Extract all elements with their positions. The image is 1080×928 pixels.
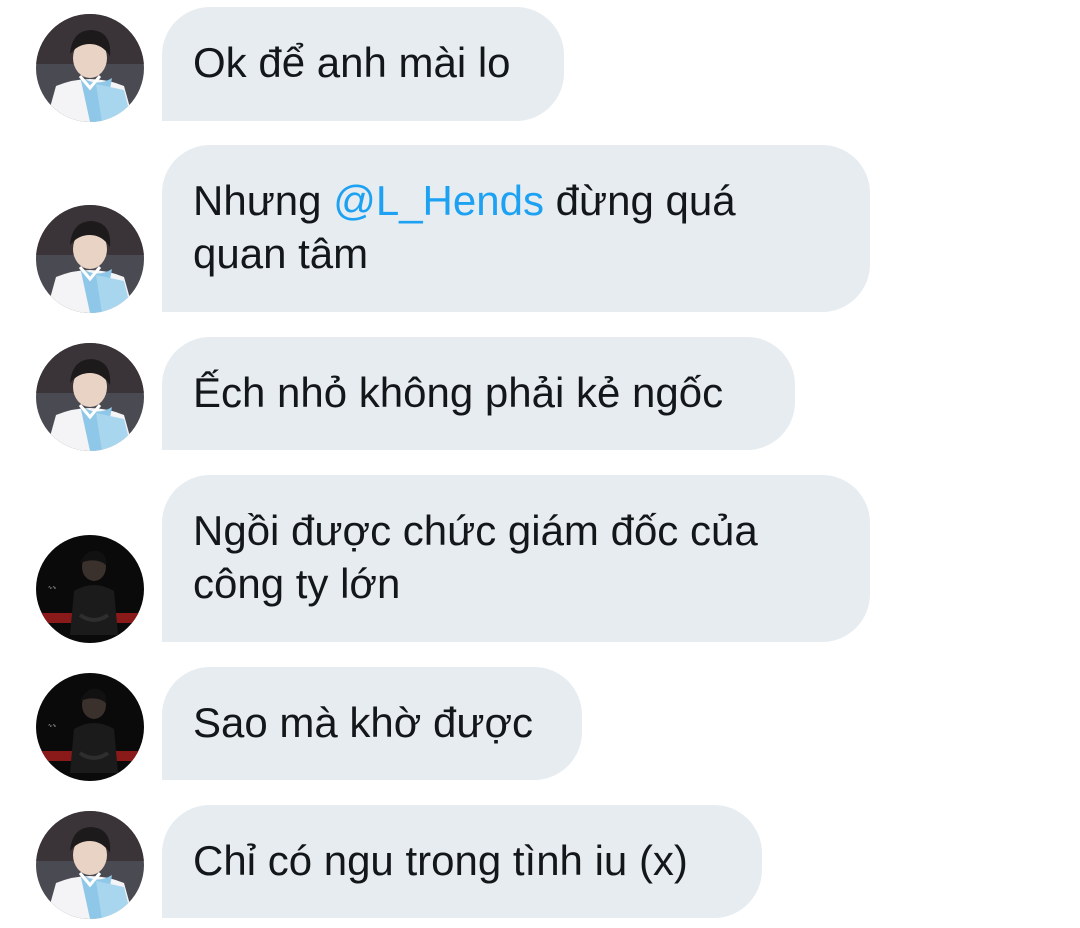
message-bubble[interactable]: Sao mà khờ được bbox=[162, 667, 582, 780]
message-bubble[interactable]: Ok để anh mài lo bbox=[162, 7, 564, 121]
avatar-hanbok-icon[interactable] bbox=[36, 14, 144, 122]
message-text: Ngồi được chức giám đốc của công ty lớn bbox=[193, 507, 758, 607]
message-text: Ếch nhỏ không phải kẻ ngốc bbox=[193, 369, 724, 416]
message-bubble[interactable]: Nhưng @L_Hends đừng quá quan tâm bbox=[162, 145, 870, 312]
message-text: Ok để anh mài lo bbox=[193, 39, 511, 86]
message-bubble[interactable]: Chỉ có ngu trong tình iu (x) bbox=[162, 805, 762, 918]
svg-text:∿∿: ∿∿ bbox=[48, 723, 56, 729]
avatar-dark-icon[interactable]: ∿∿ bbox=[36, 673, 144, 781]
mention-link[interactable]: @L_Hends bbox=[333, 177, 544, 224]
avatar-hanbok-icon[interactable] bbox=[36, 343, 144, 451]
message-text: Chỉ có ngu trong tình iu (x) bbox=[193, 837, 688, 884]
svg-text:∿∿: ∿∿ bbox=[48, 585, 56, 591]
message-bubble[interactable]: Ngồi được chức giám đốc của công ty lớn bbox=[162, 475, 870, 642]
avatar-dark-icon[interactable]: ∿∿ bbox=[36, 535, 144, 643]
message-text: Sao mà khờ được bbox=[193, 699, 533, 746]
message-bubble[interactable]: Ếch nhỏ không phải kẻ ngốc bbox=[162, 337, 795, 450]
message-text-before: Nhưng bbox=[193, 177, 334, 224]
avatar-hanbok-icon[interactable] bbox=[36, 205, 144, 313]
avatar-hanbok-icon[interactable] bbox=[36, 811, 144, 919]
